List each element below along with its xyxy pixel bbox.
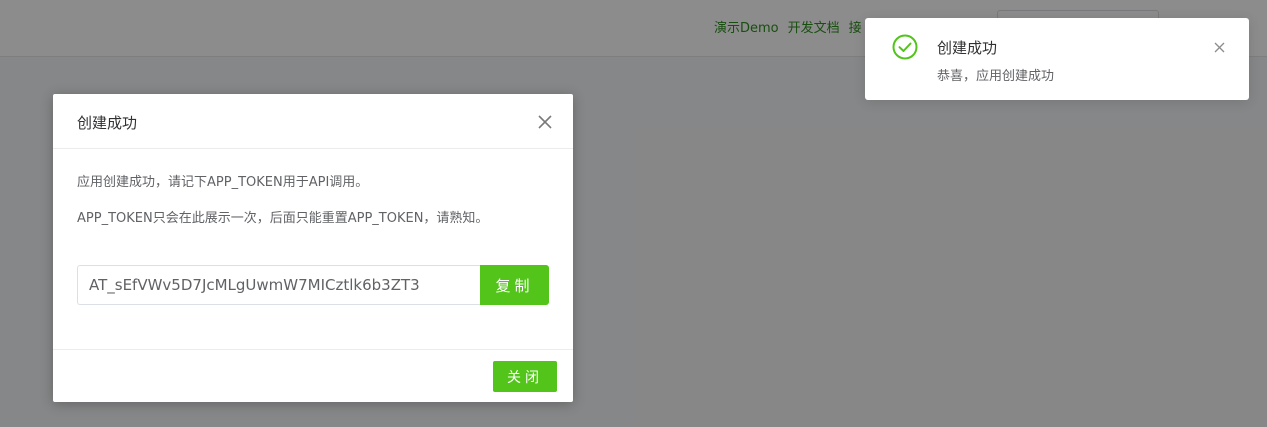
dialog-body: 应用创建成功，请记下APP_TOKEN用于API调用。 APP_TOKEN只会在… [77,174,553,228]
close-icon [538,115,552,129]
dialog-message-line-1: 应用创建成功，请记下APP_TOKEN用于API调用。 [77,175,369,190]
success-check-icon [892,34,918,60]
success-notification: 创建成功 恭喜，应用创建成功 [865,18,1249,100]
create-success-dialog: 创建成功 应用创建成功，请记下APP_TOKEN用于API调用。 APP_TOK… [53,94,573,402]
copy-button[interactable]: 复制 [480,265,549,305]
dialog-title: 创建成功 [77,114,138,132]
page: 演示Demo 开发文档 接 创建成功 应用创建成功，请记下APP_TOKEN用于… [0,0,1267,427]
dialog-message-line-2: APP_TOKEN只会在此展示一次，后面只能重置APP_TOKEN，请熟知。 [77,211,489,226]
app-token-input[interactable] [77,265,480,305]
notification-title: 创建成功 [937,39,998,57]
notification-message: 恭喜，应用创建成功 [937,69,1055,84]
dialog-header: 创建成功 [53,94,573,149]
close-button[interactable]: 关闭 [493,361,557,392]
dialog-footer: 关闭 [53,349,573,402]
notification-close-button[interactable] [1209,37,1229,57]
token-row: 复制 [77,265,549,305]
dialog-close-button[interactable] [534,111,556,133]
close-icon [1214,42,1224,52]
